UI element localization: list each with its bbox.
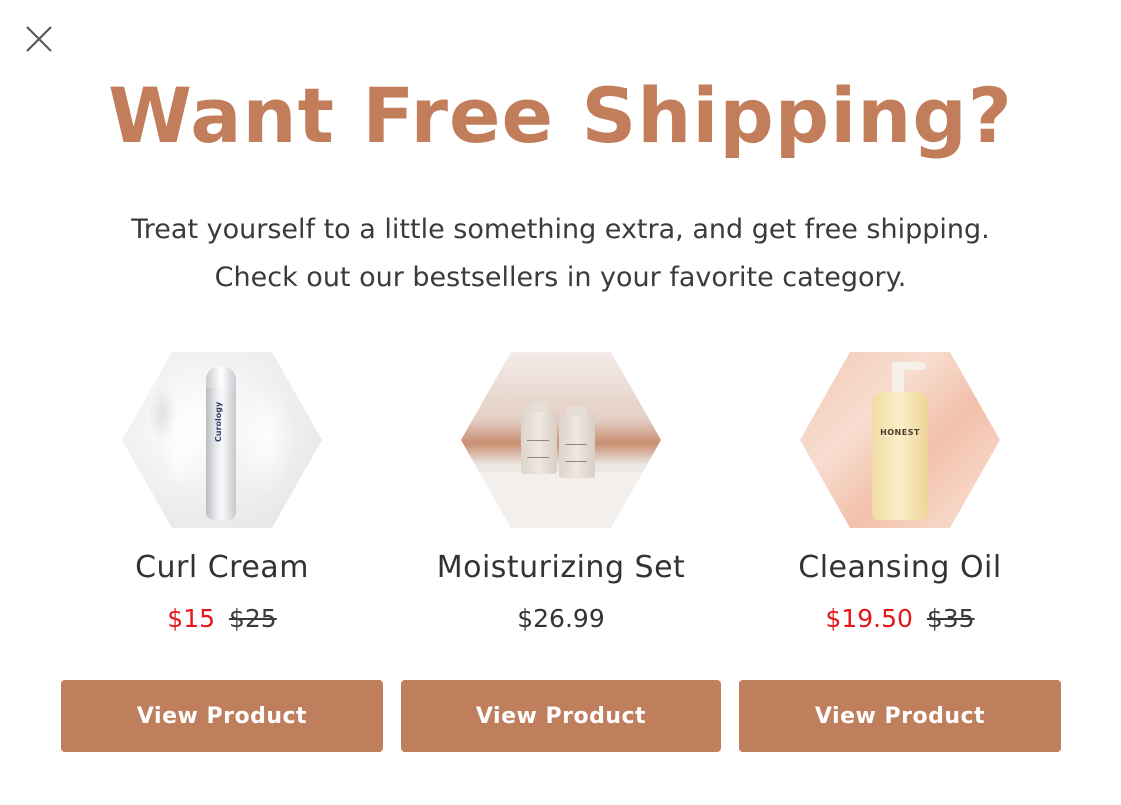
close-icon — [26, 26, 52, 52]
headline: Want Free Shipping? — [108, 71, 1013, 160]
subtext-line-2: Check out our bestsellers in your favori… — [214, 262, 907, 293]
product-image-cleansing-oil[interactable]: HONEST — [800, 352, 1000, 528]
close-button[interactable] — [22, 22, 56, 56]
view-product-button-moisturizing-set[interactable]: View Product — [401, 680, 721, 752]
product-card-cleansing-oil: HONEST Cleansing Oil $19.50 $35 — [739, 352, 1061, 636]
sale-price: $15 — [167, 604, 216, 633]
product-price: $19.50 $35 — [739, 602, 1061, 636]
product-price: $15 $25 — [61, 602, 383, 636]
subtext: Treat yourself to a little something ext… — [0, 206, 1121, 302]
view-product-button-curl-cream[interactable]: View Product — [61, 680, 383, 752]
product-name: Moisturizing Set — [436, 550, 686, 585]
product-name: Curl Cream — [135, 550, 309, 585]
original-price: $25 — [228, 604, 277, 633]
product-image-label: HONEST — [880, 428, 920, 437]
subtext-line-1: Treat yourself to a little something ext… — [131, 214, 990, 245]
regular-price: $26.99 — [517, 604, 605, 633]
product-image-label: Curology — [214, 401, 223, 442]
product-price: $26.99 — [401, 602, 721, 636]
product-image-curl-cream[interactable]: Curology — [122, 352, 322, 528]
product-image-moisturizing-set[interactable] — [461, 352, 661, 528]
sale-price: $19.50 — [825, 604, 913, 633]
original-price: $35 — [926, 604, 975, 633]
product-card-curl-cream: Curology Curl Cream $15 $25 — [61, 352, 383, 636]
view-product-button-cleansing-oil[interactable]: View Product — [739, 680, 1061, 752]
product-name: Cleansing Oil — [798, 550, 1002, 585]
product-card-moisturizing-set: Moisturizing Set $26.99 — [401, 352, 721, 636]
